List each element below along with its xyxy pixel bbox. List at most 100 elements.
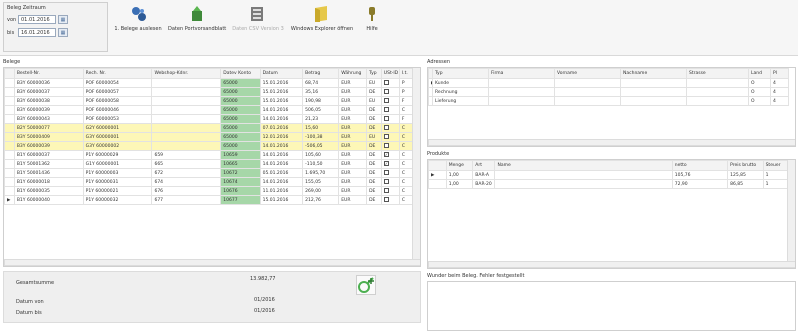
cell-datev-konto[interactable]: 65000 [220, 141, 261, 151]
table-row[interactable]: 1,00 BAR-20 72,90 86,85 1 [428, 179, 789, 189]
cell-datev-konto[interactable]: 65000 [220, 132, 261, 142]
table-row[interactable]: B3Y 50000409 G3Y 60000001 65000 12.01.2016-… [4, 132, 414, 142]
cell-land[interactable]: O [748, 87, 771, 97]
cell-rech-nr[interactable]: POF 60000057 [82, 87, 153, 97]
cell-rech-nr[interactable]: P1Y 60000021 [82, 186, 153, 196]
cell-datev-konto[interactable]: 65000 [220, 114, 261, 124]
cell-waehrung[interactable]: EUR [338, 114, 368, 124]
cell-webshop-kdnr[interactable]: 676 [151, 186, 222, 196]
cell-betrag[interactable]: 155,05 [302, 177, 340, 187]
cell-datev-konto[interactable]: 65000 [220, 96, 261, 106]
cell-betrag[interactable]: 212,76 [302, 195, 340, 205]
cell-webshop-kdnr[interactable] [151, 87, 222, 97]
cell-land[interactable]: O [748, 96, 771, 106]
cell-blurred[interactable] [620, 78, 687, 88]
cell-it[interactable]: P [398, 87, 414, 97]
cell-bestell-nr[interactable]: B1Y 60000037 [13, 150, 84, 160]
cell-pl[interactable]: 4 [770, 96, 789, 106]
cell-blurred[interactable] [620, 87, 687, 97]
documents-horizontal-scrollbar[interactable] [4, 259, 420, 266]
cell-waehrung[interactable]: EUR [338, 105, 368, 115]
cell-waehrung[interactable]: EUR [338, 168, 368, 178]
cell-typ[interactable]: DE [366, 177, 382, 187]
cell-land[interactable]: O [748, 78, 771, 88]
to-date-input[interactable]: 16.01.2016 [18, 28, 56, 37]
cell-datev-konto[interactable]: 10677 [220, 195, 261, 205]
cell-webshop-kdnr[interactable] [151, 114, 222, 124]
cell-datev-konto[interactable]: 65000 [220, 78, 261, 88]
cell-webshop-kdnr[interactable] [151, 132, 222, 142]
col-datev-konto[interactable]: Datev Konto [220, 68, 261, 79]
cell-betrag[interactable]: 506,05 [302, 105, 340, 115]
row-indicator[interactable] [4, 141, 15, 151]
col-strasse[interactable]: Strasse [686, 68, 749, 79]
ust-id-checkbox[interactable]: ✓ [383, 152, 389, 157]
ust-id-checkbox[interactable] [383, 80, 389, 85]
cell-menge[interactable]: 1,00 [445, 179, 474, 189]
open-explorer-button[interactable]: Windows Explorer öffnen [290, 6, 354, 32]
row-indicator[interactable] [4, 132, 15, 142]
cell-blurred[interactable] [620, 96, 687, 106]
row-indicator[interactable]: ▶ [4, 195, 15, 205]
ust-id-checkbox[interactable] [383, 143, 389, 148]
cell-datev-konto[interactable]: 10672 [220, 168, 261, 178]
row-indicator[interactable] [4, 168, 15, 178]
col-datum[interactable]: Datum [259, 68, 304, 79]
cell-rech-nr[interactable]: P1Y 60000029 [82, 150, 153, 160]
cell-typ[interactable]: DE [366, 150, 382, 160]
cell-waehrung[interactable]: EUR [338, 150, 368, 160]
cell-blurred[interactable] [686, 78, 749, 88]
cell-typ[interactable]: Rechnung [432, 87, 489, 97]
products-vertical-scrollbar[interactable] [787, 160, 795, 262]
cell-betrag[interactable]: 269,00 [302, 186, 340, 196]
cell-typ[interactable]: DE [366, 186, 382, 196]
export-portvorsand-button[interactable]: Daten Portvorsandblatt [168, 6, 226, 32]
cell-betrag[interactable]: 68,74 [302, 78, 340, 88]
cell-rech-nr[interactable]: G3Y 60000001 [82, 132, 153, 142]
cell-art[interactable]: BAR-20 [472, 179, 496, 189]
cell-it[interactable]: C [398, 159, 414, 169]
cell-bestell-nr[interactable]: B3Y 60000036 [13, 78, 84, 88]
row-indicator[interactable] [4, 114, 15, 124]
cell-webshop-kdnr[interactable]: 659 [151, 150, 222, 160]
cell-netto[interactable]: 72,90 [671, 179, 729, 189]
cell-datum[interactable]: 14.01.2016 [259, 105, 304, 115]
cell-waehrung[interactable]: EUR [338, 96, 368, 106]
cell-rech-nr[interactable]: G1Y 60000001 [82, 159, 153, 169]
cell-betrag[interactable]: 21,23 [302, 114, 340, 124]
cell-bestell-nr[interactable]: B3Y 60000043 [13, 114, 84, 124]
table-row[interactable]: B1Y 50001362 G1Y 60000001 665 10665 14.01.20… [4, 159, 414, 169]
table-row[interactable]: B1Y 60000037 P1Y 60000029 659 10659 14.01.20… [4, 150, 414, 160]
cell-blurred[interactable] [686, 87, 749, 97]
cell-rech-nr[interactable]: P1Y 60000003 [82, 168, 153, 178]
table-row[interactable]: B2Y 50000077 G2Y 60000001 65000 07.01.2016 1… [4, 123, 414, 133]
cell-preis-brutto[interactable]: 86,85 [727, 179, 764, 189]
cell-datum[interactable]: 05.01.2016 [259, 168, 304, 178]
cell-bestell-nr[interactable]: B3Y 50000409 [13, 132, 84, 142]
col-ust-id[interactable]: USt-ID [380, 68, 400, 79]
cell-betrag[interactable]: -110,50 [302, 159, 340, 169]
cell-pl[interactable]: 4 [770, 87, 789, 97]
table-row[interactable]: ▶ B1Y 60000040 P1Y 60000032 677 10677 15.01.2… [4, 195, 414, 205]
col-menge[interactable]: Menge [445, 160, 474, 171]
cell-blurred[interactable] [686, 96, 749, 106]
table-row[interactable]: ▶ 1,00 BAR-A 105,76 125,85 1 [428, 170, 789, 180]
cell-typ[interactable]: DE [366, 87, 382, 97]
cell-datum[interactable]: 15.01.2016 [259, 78, 304, 88]
cell-datev-konto[interactable]: 65000 [220, 87, 261, 97]
ust-id-checkbox[interactable] [383, 107, 389, 112]
ust-id-checkbox[interactable]: ✓ [383, 161, 389, 166]
cell-typ[interactable]: EU [366, 78, 382, 88]
row-indicator[interactable] [4, 159, 15, 169]
cell-typ[interactable]: Kunde [432, 78, 489, 88]
cell-waehrung[interactable]: EUR [338, 177, 368, 187]
cell-blurred[interactable] [488, 78, 555, 88]
col-netto[interactable]: netto [671, 160, 729, 171]
cell-datum[interactable]: 07.01.2016 [259, 123, 304, 133]
cell-blurred[interactable] [488, 87, 555, 97]
cell-bestell-nr[interactable]: B3Y 60000039 [13, 105, 84, 115]
table-row[interactable]: B3Y 60000038 POF 60000058 65000 15.01.2016 1… [4, 96, 414, 106]
row-indicator[interactable]: ▶ [428, 170, 447, 180]
cell-menge[interactable]: 1,00 [445, 170, 474, 180]
cell-typ[interactable]: DE [366, 168, 382, 178]
